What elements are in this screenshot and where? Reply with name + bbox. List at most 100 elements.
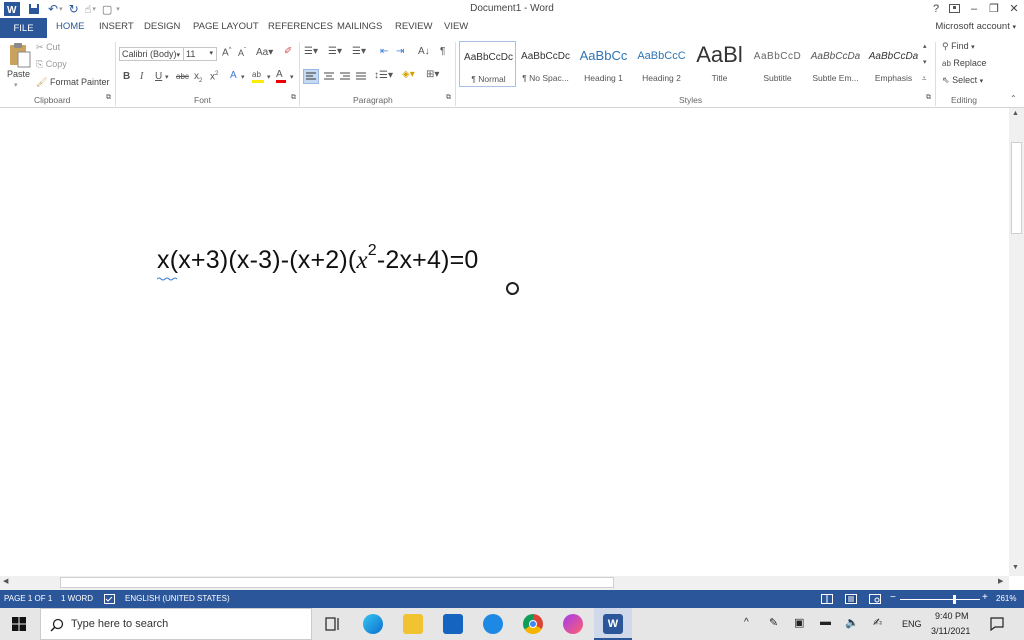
horizontal-scroll-thumb[interactable] — [60, 577, 614, 588]
ribbon-display-options-button[interactable] — [946, 1, 962, 16]
collapse-ribbon-icon[interactable]: ⌃ — [1010, 94, 1017, 103]
styles-scroll-down-icon[interactable]: ▾ — [923, 58, 927, 66]
document-page[interactable]: x(x+3)(x-3)-(x+2)(x2-2x+4)=0 — [0, 108, 1024, 576]
restore-button[interactable]: ❐ — [986, 1, 1002, 16]
vertical-scroll-thumb[interactable] — [1011, 142, 1022, 234]
tab-mailings[interactable]: MAILINGS — [337, 21, 382, 32]
clock-time[interactable]: 9:40 PM — [935, 611, 969, 621]
superscript-icon[interactable]: x2 — [210, 71, 218, 82]
text-effects-dropdown-icon[interactable]: ▾ — [241, 73, 245, 81]
align-left-button[interactable] — [303, 69, 319, 84]
font-dialog-launcher-icon[interactable]: ⧉ — [291, 94, 296, 102]
highlight-dropdown-icon[interactable]: ▾ — [267, 73, 271, 81]
chrome-icon[interactable] — [523, 614, 543, 634]
italic-icon[interactable]: I — [140, 71, 143, 82]
font-name-combobox[interactable]: Calibri (Body)▾ — [119, 47, 185, 61]
task-view-icon[interactable] — [325, 617, 341, 631]
language-status[interactable]: ENGLISH (UNITED STATES) — [125, 594, 230, 603]
underline-icon[interactable]: U — [155, 71, 162, 82]
proofing-icon[interactable] — [104, 594, 115, 604]
paste-icon[interactable] — [9, 42, 31, 68]
tab-home[interactable]: HOME — [56, 21, 85, 32]
strikethrough-icon[interactable]: abc — [176, 72, 189, 81]
scroll-up-arrow-icon[interactable]: ▲ — [1012, 110, 1019, 117]
tab-insert[interactable]: INSERT — [99, 21, 134, 32]
replace-button[interactable]: ab Replace — [942, 58, 986, 68]
text-effects-icon[interactable]: A — [230, 70, 237, 81]
font-color-dropdown-icon[interactable]: ▾ — [290, 73, 294, 81]
shared-app-icon[interactable] — [483, 614, 503, 634]
style-heading-1[interactable]: AaBbCc Heading 1 — [575, 41, 632, 87]
zoom-out-icon[interactable]: − — [890, 592, 896, 603]
highlight-icon[interactable]: ab — [252, 69, 264, 83]
paragraph-dialog-launcher-icon[interactable]: ⧉ — [446, 94, 451, 102]
pen-menu-icon[interactable]: ✎ — [769, 616, 778, 629]
styles-dialog-launcher-icon[interactable]: ⧉ — [926, 94, 931, 102]
paste-label[interactable]: Paste — [7, 69, 30, 79]
word-count[interactable]: 1 WORD — [61, 594, 93, 603]
print-layout-icon[interactable] — [845, 594, 857, 604]
shrink-font-icon[interactable]: Aˇ — [238, 48, 246, 58]
zoom-slider-thumb[interactable] — [953, 595, 956, 604]
mail-icon[interactable] — [443, 614, 463, 634]
show-hidden-icons-icon[interactable]: ^ — [744, 617, 749, 628]
close-button[interactable]: ✕ — [1006, 1, 1022, 16]
justify-icon[interactable] — [354, 70, 368, 83]
notifications-icon[interactable] — [990, 617, 1004, 631]
pen-workspace-icon[interactable]: ✍ — [873, 616, 882, 629]
clock-date[interactable]: 3/11/2021 — [931, 626, 970, 636]
decrease-indent-icon[interactable]: ⇤ — [380, 46, 388, 57]
bullets-icon[interactable]: ☰▾ — [304, 46, 318, 57]
borders-icon[interactable]: ⊞▾ — [426, 69, 439, 80]
edge-icon[interactable] — [363, 614, 383, 634]
meet-now-icon[interactable]: ▣ — [794, 616, 804, 629]
zoom-in-icon[interactable]: + — [982, 592, 988, 603]
tab-references[interactable]: REFERENCES — [268, 21, 333, 32]
scroll-right-arrow-icon[interactable]: ▶ — [998, 577, 1003, 585]
style-heading-2[interactable]: AaBbCcC Heading 2 — [633, 41, 690, 87]
underline-dropdown-icon[interactable]: ▾ — [165, 73, 169, 81]
style-no-spacing[interactable]: AaBbCcDc ¶ No Spac... — [517, 41, 574, 87]
file-explorer-icon[interactable] — [403, 614, 423, 634]
show-formatting-marks-icon[interactable]: ¶ — [440, 46, 445, 57]
tab-view[interactable]: VIEW — [444, 21, 468, 32]
sort-icon[interactable]: A↓ — [418, 46, 430, 57]
tab-review[interactable]: REVIEW — [395, 21, 432, 32]
tab-design[interactable]: DESIGN — [144, 21, 180, 32]
page-count[interactable]: PAGE 1 OF 1 — [4, 594, 52, 603]
zoom-level[interactable]: 261% — [996, 594, 1016, 603]
shading-icon[interactable]: ◈▾ — [402, 69, 415, 80]
format-painter-button[interactable]: 🖌 Format Painter — [36, 77, 109, 88]
equation-text[interactable]: x(x+3)(x-3)-(x+2)(x2-2x+4)=0 — [157, 242, 479, 275]
minimize-button[interactable]: – — [966, 1, 982, 16]
account-menu[interactable]: Microsoft account ▾ — [935, 21, 1016, 32]
paste-dropdown-icon[interactable]: ▾ — [14, 81, 18, 89]
styles-scroll-up-icon[interactable]: ▴ — [923, 42, 927, 50]
battery-icon[interactable]: ▬ — [820, 616, 831, 628]
messenger-icon[interactable] — [563, 614, 583, 634]
subscript-icon[interactable]: x2 — [194, 71, 202, 84]
read-mode-icon[interactable] — [821, 594, 833, 604]
taskbar-search-box[interactable]: Type here to search — [40, 608, 312, 640]
select-button[interactable]: ⇖ Select ▾ — [942, 75, 983, 86]
bold-icon[interactable]: B — [123, 71, 130, 82]
grow-font-icon[interactable]: A^ — [222, 47, 232, 58]
input-language[interactable]: ENG — [902, 619, 922, 629]
zoom-slider[interactable] — [900, 599, 980, 600]
clear-formatting-icon[interactable]: ✐ — [284, 46, 292, 57]
numbering-icon[interactable]: ☰▾ — [328, 46, 342, 57]
horizontal-scrollbar[interactable]: ◀ ▶ — [0, 576, 1009, 590]
tab-file[interactable]: FILE — [0, 18, 47, 38]
scroll-left-arrow-icon[interactable]: ◀ — [3, 577, 8, 585]
styles-more-icon[interactable]: ⩡ — [922, 74, 927, 84]
font-size-combobox[interactable]: 11 ▾ — [183, 47, 217, 61]
cut-button[interactable]: ✂ Cut — [36, 42, 60, 53]
scroll-down-arrow-icon[interactable]: ▼ — [1012, 564, 1019, 571]
style-title[interactable]: AaBl Title — [691, 41, 748, 87]
align-right-icon[interactable] — [338, 70, 352, 83]
clipboard-dialog-launcher-icon[interactable]: ⧉ — [106, 94, 111, 102]
style-normal[interactable]: AaBbCcDc ¶ Normal — [459, 41, 516, 87]
style-subtle-emphasis[interactable]: AaBbCcDa Subtle Em... — [807, 41, 864, 87]
help-button[interactable]: ? — [928, 1, 944, 16]
multilevel-list-icon[interactable]: ☰▾ — [352, 46, 366, 57]
